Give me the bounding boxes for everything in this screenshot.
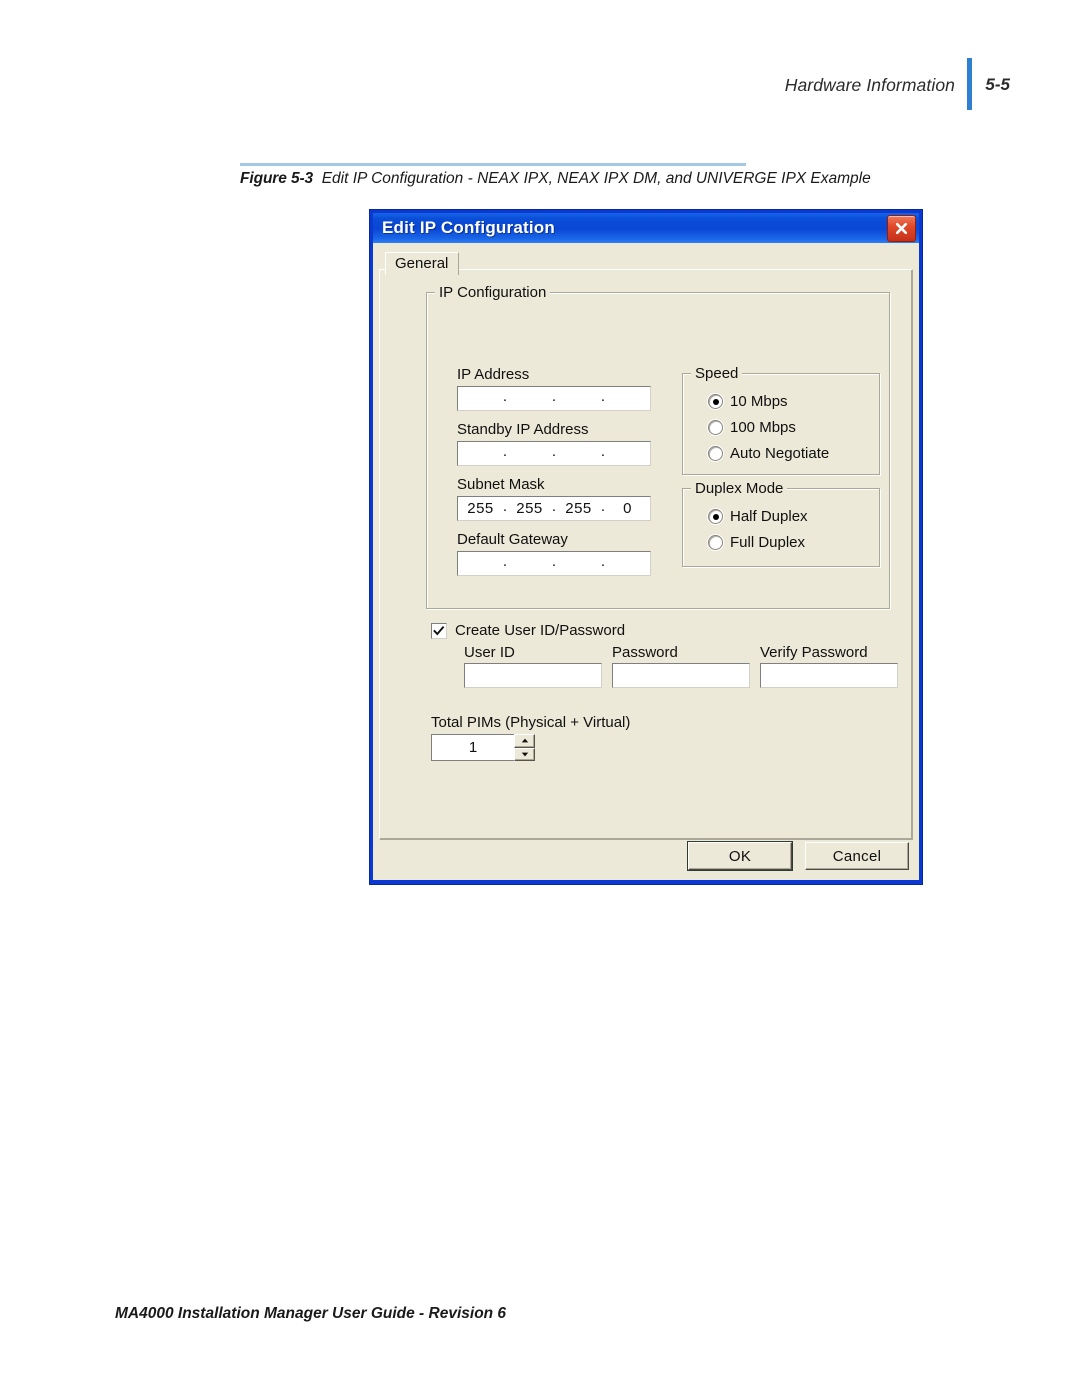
ip-separator: . <box>502 443 508 460</box>
standby-ip-address-input[interactable]: . . . <box>457 441 651 466</box>
radio-speed-auto-negotiate[interactable]: Auto Negotiate <box>708 445 829 462</box>
dialog-titlebar[interactable]: Edit IP Configuration <box>373 213 919 243</box>
ip-separator: . <box>502 388 508 405</box>
figure-rule <box>240 163 746 166</box>
total-pims-stepper[interactable]: 1 <box>431 734 535 761</box>
radio-speed-100mbps-label: 100 Mbps <box>730 419 796 436</box>
subnet-mask-octet-3[interactable]: 255 <box>558 500 599 517</box>
figure-caption: Figure 5-3 Edit IP Configuration - NEAX … <box>240 170 1040 188</box>
user-id-input[interactable] <box>464 663 602 688</box>
radio-icon <box>708 535 723 550</box>
create-user-id-password-label: Create User ID/Password <box>455 622 626 639</box>
duplex-mode-group-label: Duplex Mode <box>691 480 788 497</box>
stepper-down-button[interactable] <box>514 747 535 761</box>
page-footer: MA4000 Installation Manager User Guide -… <box>115 1305 507 1322</box>
figure-caption-text: Edit IP Configuration - NEAX IPX, NEAX I… <box>321 170 871 187</box>
duplex-mode-group: Duplex Mode Half Duplex Full Duplex <box>682 480 880 567</box>
subnet-mask-label: Subnet Mask <box>457 476 545 493</box>
ip-separator: . <box>600 388 606 405</box>
total-pims-stepper-buttons <box>514 734 535 761</box>
speed-group-label: Speed <box>691 365 743 382</box>
ip-address-label: IP Address <box>457 366 530 383</box>
radio-icon <box>708 420 723 435</box>
tab-general[interactable]: General <box>385 252 460 275</box>
ip-configuration-group-label: IP Configuration <box>435 284 551 301</box>
ip-separator: . <box>600 498 606 515</box>
radio-icon <box>708 509 723 524</box>
edit-ip-configuration-dialog: Edit IP Configuration General IP Configu… <box>369 209 923 885</box>
standby-ip-address-label: Standby IP Address <box>457 421 589 438</box>
page-header-title: Hardware Information <box>784 75 955 95</box>
close-icon <box>895 222 908 235</box>
header-accent-bar <box>967 58 972 110</box>
password-input[interactable] <box>612 663 750 688</box>
default-gateway-label: Default Gateway <box>457 531 568 548</box>
subnet-mask-octet-4[interactable]: 0 <box>607 500 648 517</box>
ip-separator: . <box>551 498 557 515</box>
ip-separator: . <box>551 388 557 405</box>
radio-icon <box>708 446 723 461</box>
radio-half-duplex-label: Half Duplex <box>730 508 808 525</box>
verify-password-input[interactable] <box>760 663 898 688</box>
caret-up-icon <box>521 738 528 743</box>
ip-separator: . <box>600 553 606 570</box>
ip-address-input[interactable]: . . . <box>457 386 651 411</box>
subnet-mask-octet-2[interactable]: 255 <box>509 500 550 517</box>
page-header: Hardware Information 5-5 <box>0 68 1080 118</box>
radio-full-duplex[interactable]: Full Duplex <box>708 534 805 551</box>
radio-half-duplex[interactable]: Half Duplex <box>708 508 808 525</box>
ip-separator: . <box>502 553 508 570</box>
radio-speed-10mbps[interactable]: 10 Mbps <box>708 393 788 410</box>
speed-group: Speed 10 Mbps 100 Mbps Auto Negotiate <box>682 365 880 475</box>
radio-speed-100mbps[interactable]: 100 Mbps <box>708 419 796 436</box>
ok-button[interactable]: OK <box>687 841 793 871</box>
cancel-button[interactable]: Cancel <box>805 842 909 870</box>
ip-separator: . <box>600 443 606 460</box>
page-number: 5-5 <box>985 75 1010 94</box>
dialog-button-row: OK Cancel <box>379 840 909 874</box>
ip-separator: . <box>551 553 557 570</box>
tab-pane-general: IP Configuration IP Address . . . Standb… <box>379 269 913 840</box>
subnet-mask-octet-1[interactable]: 255 <box>460 500 501 517</box>
radio-speed-10mbps-label: 10 Mbps <box>730 393 788 410</box>
verify-password-label: Verify Password <box>760 644 868 661</box>
subnet-mask-input[interactable]: 255 . 255 . 255 . 0 <box>457 496 651 521</box>
check-icon <box>433 625 445 635</box>
checkbox-icon <box>431 622 447 639</box>
total-pims-value[interactable]: 1 <box>431 734 514 761</box>
user-id-label: User ID <box>464 644 515 661</box>
close-button[interactable] <box>887 215 916 242</box>
ip-separator: . <box>551 443 557 460</box>
dialog-title: Edit IP Configuration <box>382 218 555 237</box>
total-pims-label: Total PIMs (Physical + Virtual) <box>431 714 631 731</box>
password-label: Password <box>612 644 678 661</box>
ip-separator: . <box>502 498 508 515</box>
caret-down-icon <box>521 752 528 757</box>
radio-speed-auto-negotiate-label: Auto Negotiate <box>730 445 830 462</box>
stepper-up-button[interactable] <box>514 734 535 748</box>
radio-full-duplex-label: Full Duplex <box>730 534 806 551</box>
figure-number: Figure 5-3 <box>240 170 314 187</box>
radio-icon <box>708 394 723 409</box>
create-user-id-password-checkbox[interactable]: Create User ID/Password <box>431 622 625 639</box>
ip-configuration-group: IP Configuration IP Address . . . Standb… <box>426 284 890 609</box>
dialog-body: General IP Configuration IP Address . . … <box>373 243 919 880</box>
default-gateway-input[interactable]: . . . <box>457 551 651 576</box>
